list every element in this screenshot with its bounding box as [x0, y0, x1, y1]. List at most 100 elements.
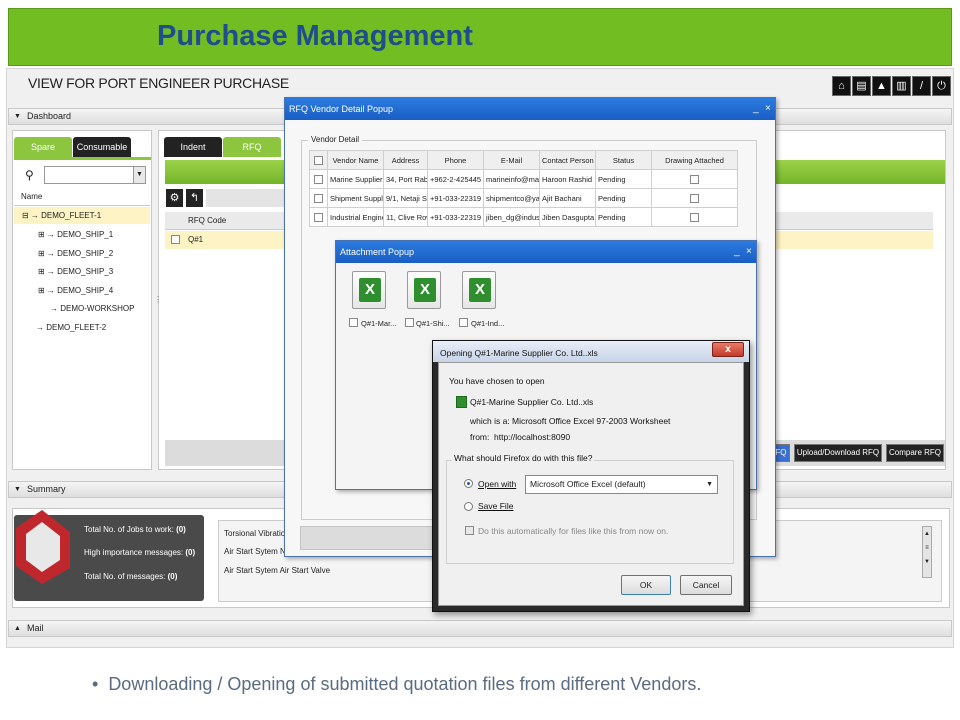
- table-cell: +962-2-425445: [427, 169, 484, 189]
- view-title: VIEW FOR PORT ENGINEER PURCHASE: [28, 75, 289, 91]
- gear-icon[interactable]: ⚙: [166, 189, 183, 207]
- print-icon[interactable]: ▤: [852, 76, 871, 96]
- cancel-button[interactable]: Cancel: [680, 575, 732, 595]
- tree-item[interactable]: ⊞ → DEMO_SHIP_2: [38, 249, 113, 258]
- chevron-down-icon[interactable]: ▼: [133, 167, 145, 183]
- tree-item[interactable]: → DEMO_FLEET-2: [36, 323, 106, 332]
- caption-text: Downloading / Opening of submitted quota…: [108, 674, 702, 694]
- stat-messages: Total No. of messages: (0): [84, 572, 178, 581]
- tab-rfq[interactable]: RFQ: [223, 137, 281, 157]
- open-with-label[interactable]: Open with: [478, 479, 516, 489]
- expand-icon: ▲: [14, 625, 21, 632]
- tree-item[interactable]: ⊞ → DEMO_SHIP_3: [38, 267, 113, 276]
- which-label: which is a:: [470, 416, 510, 426]
- excel-file-icon[interactable]: X: [352, 271, 386, 309]
- table-cell: shipmentco@ya: [483, 188, 540, 208]
- popup-title: RFQ Vendor Detail Popup: [289, 104, 394, 114]
- table-cell: Pending: [595, 188, 652, 208]
- minimize-icon[interactable]: _: [734, 241, 740, 263]
- scrollbar[interactable]: ▲ ≡ ▼: [922, 526, 932, 578]
- row-checkbox[interactable]: [314, 212, 323, 222]
- tab-spare[interactable]: Spare: [14, 137, 72, 157]
- back-arrow-icon[interactable]: ↰: [186, 189, 203, 207]
- collapse-icon: ▼: [14, 486, 21, 493]
- vendor-table: Vendor Name Address Phone E-Mail Contact…: [309, 150, 738, 227]
- close-button[interactable]: x: [712, 342, 744, 357]
- question-text: What should Firefox do with this file?: [452, 453, 595, 463]
- home-icon[interactable]: ⌂: [832, 76, 851, 96]
- table-cell: Shipment Suppli: [327, 188, 384, 208]
- save-file-label[interactable]: Save File: [478, 501, 513, 511]
- table-header-row: Vendor Name Address Phone E-Mail Contact…: [309, 150, 738, 170]
- table-cell: 34, Port Rabigh,: [383, 169, 428, 189]
- close-icon[interactable]: ×: [746, 241, 752, 263]
- tree-item[interactable]: ⊞ → DEMO_SHIP_1: [38, 230, 113, 239]
- column-header: Phone: [427, 150, 484, 170]
- select-value: Microsoft Office Excel (default): [530, 479, 646, 489]
- drawing-checkbox[interactable]: [690, 212, 699, 222]
- excel-icon: [456, 396, 467, 408]
- pager-toolbar: [206, 189, 284, 207]
- row-checkbox[interactable]: [314, 193, 323, 203]
- ribbon-icon: [16, 510, 70, 584]
- upload-download-rfq-button[interactable]: Upload/Download RFQ: [794, 444, 882, 462]
- ok-button[interactable]: OK: [621, 575, 671, 595]
- search-input[interactable]: [44, 166, 146, 184]
- table-cell: Marine Supplier: [327, 169, 384, 189]
- select-all-cell[interactable]: [309, 150, 328, 170]
- file-label[interactable]: Q#1-Shi...: [416, 319, 450, 328]
- list-item[interactable]: Air Start Sytem Ne: [224, 547, 290, 556]
- splitter-handle[interactable]: ⋮: [154, 295, 162, 304]
- tab-consumable[interactable]: Consumable: [73, 137, 131, 157]
- file-checkbox[interactable]: [405, 318, 414, 327]
- save-file-radio[interactable]: [464, 502, 473, 511]
- drawing-checkbox[interactable]: [690, 193, 699, 203]
- vendor-legend: Vendor Detail: [308, 135, 363, 144]
- edit-icon[interactable]: /: [912, 76, 931, 96]
- open-with-select[interactable]: Microsoft Office Excel (default) ▼: [525, 475, 718, 494]
- table-cell: marineinfo@ma: [483, 169, 540, 189]
- warning-icon[interactable]: ▲: [872, 76, 891, 96]
- tree-item[interactable]: → DEMO-WORKSHOP: [50, 304, 134, 313]
- tree-item[interactable]: ⊟ → DEMO_FLEET-1: [22, 211, 101, 220]
- excel-file-icon[interactable]: X: [407, 271, 441, 309]
- which-value: Microsoft Office Excel 97-2003 Worksheet: [512, 416, 671, 426]
- excel-file-icon[interactable]: X: [462, 271, 496, 309]
- auto-checkbox[interactable]: [465, 526, 474, 535]
- mail-bar[interactable]: ▲ Mail: [8, 620, 952, 637]
- file-label[interactable]: Q#1-Mar...: [361, 319, 396, 328]
- table-cell: +91-033-22319: [427, 188, 484, 208]
- tab-indent[interactable]: Indent: [164, 137, 222, 157]
- power-icon[interactable]: ⏻: [932, 76, 951, 96]
- list-item[interactable]: Air Start Sytem Air Start Valve: [224, 566, 330, 575]
- table-cell: 11, Clive Row, S: [383, 207, 428, 227]
- list-item[interactable]: Torsional Vibration: [224, 529, 290, 538]
- dashboard-label: Dashboard: [27, 111, 72, 121]
- compare-rfq-button[interactable]: Compare RFQ: [886, 444, 944, 462]
- file-label[interactable]: Q#1-Ind...: [471, 319, 504, 328]
- search-icon[interactable]: ⚲: [25, 168, 34, 182]
- table-row[interactable]: Marine Supplier 34, Port Rabigh, +962-2-…: [309, 169, 738, 189]
- row-checkbox[interactable]: [171, 235, 180, 244]
- row-checkbox[interactable]: [314, 174, 323, 184]
- file-checkbox[interactable]: [349, 318, 358, 327]
- minimize-icon[interactable]: _: [753, 98, 759, 120]
- dialog-title: Opening Q#1-Marine Supplier Co. Ltd..xls: [440, 348, 598, 358]
- file-checkbox[interactable]: [459, 318, 468, 327]
- table-row[interactable]: Industrial Engine 11, Clive Row, S +91-0…: [309, 207, 738, 227]
- close-icon[interactable]: ×: [765, 98, 771, 120]
- popup-titlebar: Attachment Popup _ ×: [336, 241, 756, 263]
- tree-header: Name: [21, 192, 43, 201]
- select-all-checkbox[interactable]: [314, 155, 323, 165]
- document-icon[interactable]: ▥: [892, 76, 911, 96]
- drawing-checkbox[interactable]: [690, 174, 699, 184]
- summary-label: Summary: [27, 484, 66, 494]
- table-cell: +91-033-22319: [427, 207, 484, 227]
- open-with-radio[interactable]: [464, 479, 473, 488]
- table-cell: Jiben Dasgupta: [539, 207, 596, 227]
- table-row[interactable]: Shipment Suppli 9/1, Netaji Subh +91-033…: [309, 188, 738, 208]
- column-header: Contact Person: [539, 150, 596, 170]
- rfq-code-cell: Q#1: [188, 235, 204, 244]
- tree-item[interactable]: ⊞ → DEMO_SHIP_4: [38, 286, 113, 295]
- column-header: E-Mail: [483, 150, 540, 170]
